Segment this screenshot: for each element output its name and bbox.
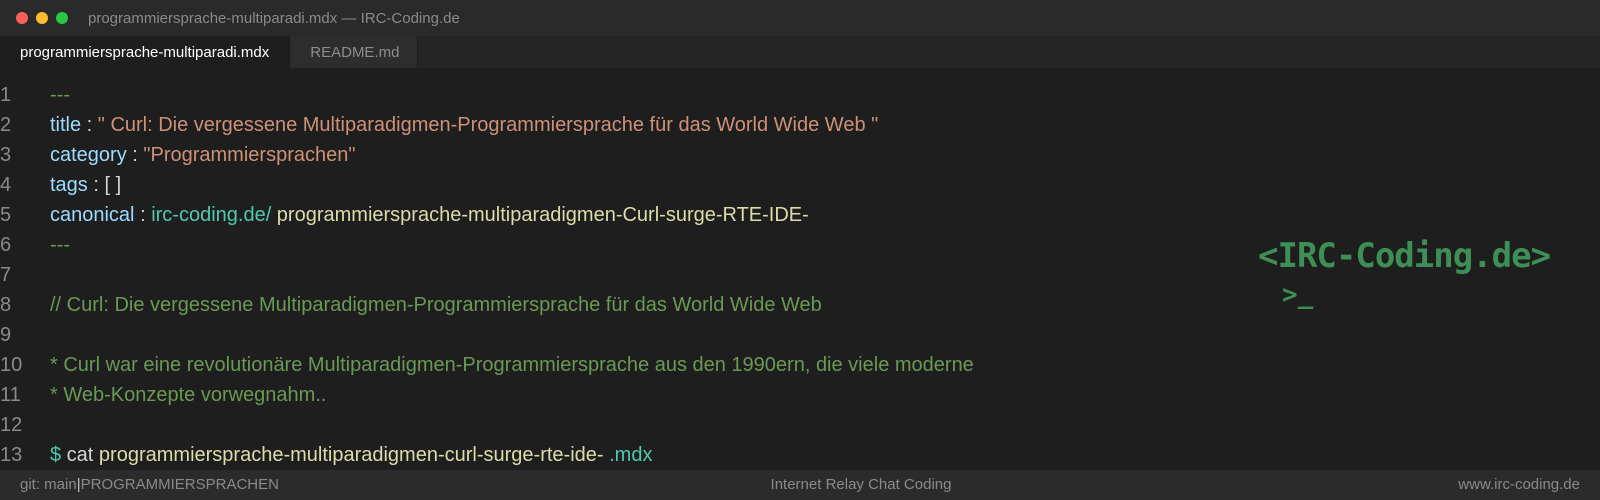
- code-line: 4 tags : [ ]: [0, 170, 1600, 200]
- line-number: 7: [0, 263, 12, 286]
- colon: :: [134, 203, 152, 226]
- frontmatter-category: category : "Programmiersprachen": [50, 144, 355, 167]
- colon: :: [126, 143, 144, 166]
- frontmatter-canonical: canonical : irc-coding.de/ programmiersp…: [50, 204, 809, 227]
- line-number: 6: [0, 233, 12, 256]
- code-comment: // Curl: Die vergessene Multiparadigmen-…: [50, 293, 822, 316]
- line-number: 2: [0, 113, 12, 136]
- command-file: programmiersprache-multiparadigmen-curl-…: [93, 443, 604, 466]
- brand-logo: <IRC-Coding.de>: [1258, 236, 1551, 276]
- frontmatter-title: title : " Curl: Die vergessene Multipara…: [50, 114, 878, 137]
- key-category: category: [50, 143, 127, 166]
- maximize-window-button[interactable]: [56, 12, 68, 24]
- frontmatter-delimiter: ---: [50, 233, 70, 256]
- line-number: 11: [0, 383, 21, 406]
- value-tags: [ ]: [104, 173, 122, 196]
- code-line: 3 category : "Programmiersprachen": [0, 140, 1600, 170]
- code-line: 11 * Web-Konzepte vorwegnahm..: [0, 380, 1600, 410]
- code-line: 8 // Curl: Die vergessene Multiparadigme…: [0, 290, 1600, 320]
- shell-prompt: $: [50, 443, 62, 466]
- tab-programmiersprache-mdx[interactable]: programmiersprache-multiparadi.mdx: [0, 36, 291, 68]
- code-line: 10 * Curl war eine revolutionäre Multipa…: [0, 350, 1600, 380]
- colon: :: [87, 173, 105, 196]
- shell-command: $ cat programmiersprache-multiparadigmen…: [50, 444, 652, 467]
- status-bar: git: main|PROGRAMMIERSPRACHEN Internet R…: [0, 470, 1600, 500]
- key-title: title: [50, 113, 82, 136]
- tab-bar: programmiersprache-multiparadi.mdx READM…: [0, 36, 1600, 68]
- canonical-path: programmiersprache-multiparadigmen-Curl-…: [271, 203, 809, 226]
- line-number: 12: [0, 413, 23, 436]
- status-center: Internet Relay Chat Coding: [770, 476, 952, 493]
- command-cat: cat: [61, 443, 94, 466]
- code-line: 5 canonical : irc-coding.de/ programmier…: [0, 200, 1600, 230]
- line-number: 10: [0, 353, 23, 376]
- key-canonical: canonical: [50, 203, 135, 226]
- line-number: 4: [0, 173, 12, 196]
- window-controls: [16, 12, 68, 24]
- code-line: 13 $ cat programmiersprache-multiparadig…: [0, 440, 1600, 470]
- command-ext: .mdx: [603, 443, 653, 466]
- minimize-window-button[interactable]: [36, 12, 48, 24]
- line-number: 9: [0, 323, 12, 346]
- frontmatter-delimiter: ---: [50, 83, 70, 106]
- code-line: 1 ---: [0, 80, 1600, 110]
- value-title: " Curl: Die vergessene Multiparadigmen-P…: [97, 113, 879, 136]
- tab-readme[interactable]: README.md: [290, 36, 419, 68]
- title-bar: programmiersprache-multiparadi.mdx — IRC…: [0, 0, 1600, 36]
- code-comment: * Curl war eine revolutionäre Multiparad…: [50, 353, 974, 376]
- line-number: 3: [0, 143, 12, 166]
- code-line: 9: [0, 320, 1600, 350]
- value-category: "Programmiersprachen": [143, 143, 356, 166]
- status-website[interactable]: www.irc-coding.de: [1458, 476, 1580, 493]
- frontmatter-tags: tags : [ ]: [50, 174, 121, 197]
- colon: :: [81, 113, 98, 136]
- terminal-prompt-icon: >_: [1282, 280, 1314, 310]
- code-line: 2 title : " Curl: Die vergessene Multipa…: [0, 110, 1600, 140]
- key-tags: tags: [50, 173, 88, 196]
- window-title: programmiersprache-multiparadi.mdx — IRC…: [88, 9, 460, 27]
- line-number: 1: [0, 83, 12, 106]
- line-number: 13: [0, 443, 23, 466]
- line-number: 5: [0, 203, 12, 226]
- code-comment: * Web-Konzepte vorwegnahm..: [50, 383, 327, 406]
- line-number: 8: [0, 293, 12, 316]
- canonical-domain: irc-coding.de/: [151, 203, 272, 226]
- close-window-button[interactable]: [16, 12, 28, 24]
- code-line: 12: [0, 410, 1600, 440]
